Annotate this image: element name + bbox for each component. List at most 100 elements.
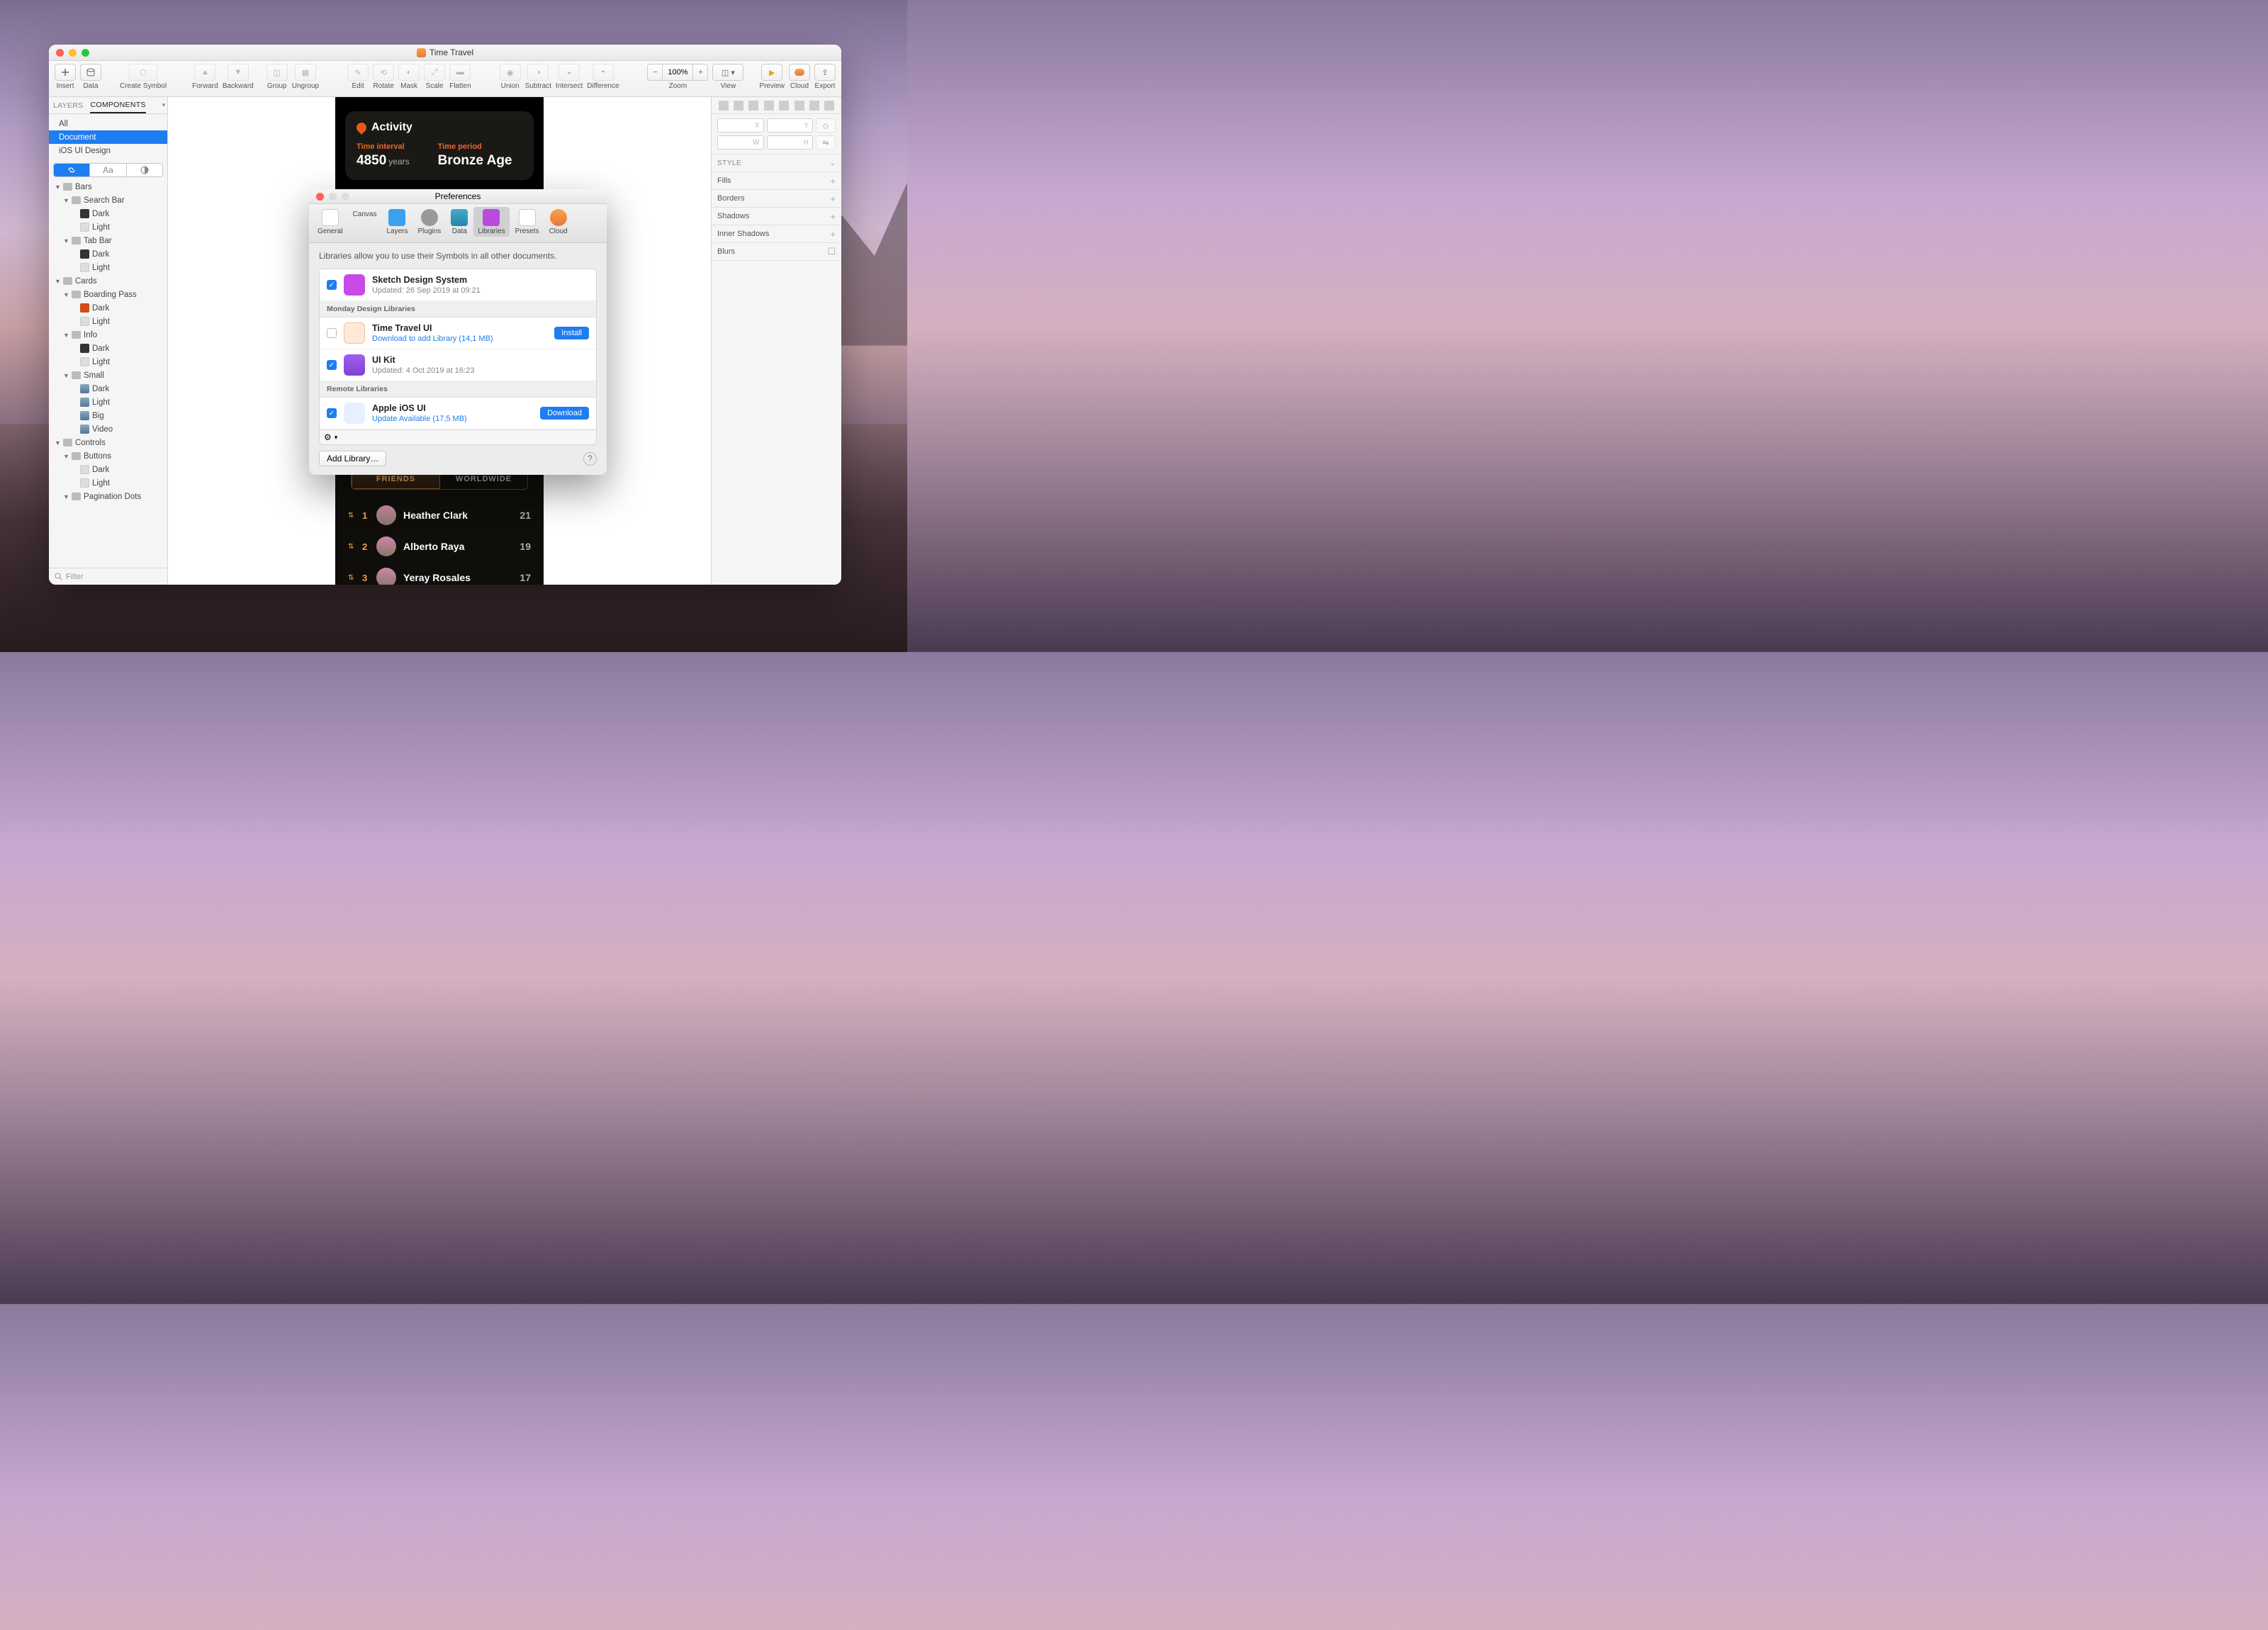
chevron-down-icon[interactable]: ▾ <box>335 434 338 442</box>
pref-tab-presets[interactable]: Presets <box>511 207 544 237</box>
pref-tab-plugins[interactable]: Plugins <box>414 207 446 237</box>
forward-button[interactable]: ▲ <box>194 64 215 81</box>
tree-row[interactable]: Dark <box>49 207 167 220</box>
library-checkbox[interactable]: ✓ <box>327 408 337 418</box>
pref-tab-data[interactable]: Data <box>447 207 472 237</box>
flip-icon[interactable]: ⇋ <box>816 135 836 150</box>
edit-button[interactable]: ✎ <box>347 64 369 81</box>
tree-row[interactable]: ▼Bars <box>49 180 167 193</box>
seg-styles[interactable] <box>127 164 162 176</box>
pref-tab-cloud[interactable]: Cloud <box>545 207 572 237</box>
subtract-button[interactable]: ◑ <box>527 64 549 81</box>
tree-row[interactable]: Light <box>49 315 167 328</box>
y-field[interactable]: Y <box>767 118 814 133</box>
library-row[interactable]: ✓UI KitUpdated: 4 Oct 2019 at 16:23 <box>320 349 596 381</box>
zoom-value[interactable]: 100% <box>663 64 692 81</box>
flatten-button[interactable]: ▬ <box>449 64 471 81</box>
tree-row[interactable]: ▼Pagination Dots <box>49 490 167 503</box>
tree-row[interactable]: ▼Cards <box>49 274 167 288</box>
anchor-icon[interactable]: ◇ <box>816 118 836 133</box>
distribute-v-icon[interactable] <box>824 101 834 111</box>
data-button[interactable] <box>80 64 101 81</box>
library-action-button[interactable]: Download <box>540 407 589 420</box>
tree-row[interactable]: Dark <box>49 301 167 315</box>
tree-row[interactable]: Light <box>49 261 167 274</box>
tree-row[interactable]: ▼Buttons <box>49 449 167 463</box>
scale-button[interactable]: ⤢ <box>424 64 445 81</box>
union-button[interactable]: ◉ <box>500 64 521 81</box>
align-center-icon[interactable] <box>734 101 743 111</box>
zoom-in-button[interactable]: + <box>692 64 708 81</box>
inspector-section[interactable]: Fills+ <box>712 172 841 190</box>
tree-row[interactable]: Dark <box>49 382 167 395</box>
align-left-icon[interactable] <box>719 101 729 111</box>
library-row[interactable]: ✓Apple iOS UIUpdate Available (17,5 MB)D… <box>320 398 596 429</box>
tree-row[interactable]: Light <box>49 220 167 234</box>
libraries-gear-icon[interactable]: ⚙︎ <box>324 432 332 442</box>
create-symbol-button[interactable] <box>129 64 157 81</box>
tree-row[interactable]: ▼Boarding Pass <box>49 288 167 301</box>
chevron-down-icon[interactable]: ▾ <box>162 101 166 109</box>
pref-tab-canvas[interactable]: Canvas <box>349 207 381 220</box>
scope-ios[interactable]: iOS UI Design <box>49 144 167 157</box>
inspector-section[interactable]: Shadows+ <box>712 208 841 225</box>
preview-button[interactable]: ▶ <box>761 64 782 81</box>
align-top-icon[interactable] <box>764 101 774 111</box>
pref-tab-general[interactable]: General <box>313 207 347 237</box>
x-field[interactable]: X <box>717 118 764 133</box>
difference-button[interactable]: ◓ <box>593 64 614 81</box>
tree-row[interactable]: Dark <box>49 247 167 261</box>
tree-row[interactable]: Dark <box>49 463 167 476</box>
tab-components[interactable]: COMPONENTS <box>90 101 145 113</box>
ungroup-button[interactable]: ▦ <box>295 64 316 81</box>
scope-all[interactable]: All <box>49 117 167 130</box>
scope-document[interactable]: Document <box>49 130 167 144</box>
tree-row[interactable]: ▼Tab Bar <box>49 234 167 247</box>
inspector-section[interactable]: Inner Shadows+ <box>712 225 841 243</box>
tree-row[interactable]: Light <box>49 476 167 490</box>
tree-row[interactable]: Light <box>49 355 167 369</box>
tree-row[interactable]: ▼Controls <box>49 436 167 449</box>
zoom-out-button[interactable]: − <box>647 64 663 81</box>
library-row[interactable]: ✓Sketch Design SystemUpdated: 26 Sep 201… <box>320 269 596 301</box>
align-right-icon[interactable] <box>748 101 758 111</box>
style-header[interactable]: STYLE⌄ <box>712 154 841 172</box>
intersect-button[interactable]: ◒ <box>558 64 580 81</box>
rotate-button[interactable]: ⟲ <box>373 64 394 81</box>
tab-layers[interactable]: LAYERS <box>53 101 83 110</box>
align-bottom-icon[interactable] <box>795 101 804 111</box>
h-field[interactable]: H <box>767 135 814 150</box>
tree-row[interactable]: ▼Small <box>49 369 167 382</box>
library-checkbox[interactable] <box>327 328 337 338</box>
library-checkbox[interactable]: ✓ <box>327 360 337 370</box>
library-action-button[interactable]: Install <box>554 327 589 339</box>
seg-text[interactable]: Aa <box>90 164 126 176</box>
tree-row[interactable]: ▼Info <box>49 328 167 342</box>
tree-row[interactable]: Dark <box>49 342 167 355</box>
library-row[interactable]: Time Travel UIDownload to add Library (1… <box>320 317 596 349</box>
cloud-button[interactable] <box>789 64 810 81</box>
inspector-section[interactable]: Borders+ <box>712 190 841 208</box>
view-button[interactable]: ◫ ▾ <box>712 64 743 81</box>
tree-row[interactable]: Video <box>49 422 167 436</box>
inspector-section[interactable]: Blurs☐ <box>712 243 841 261</box>
align-middle-icon[interactable] <box>779 101 789 111</box>
filter-input[interactable]: Filter <box>49 568 167 585</box>
w-field[interactable]: W <box>717 135 764 150</box>
group-button[interactable]: ◫ <box>266 64 288 81</box>
insert-button[interactable] <box>55 64 76 81</box>
seg-symbols[interactable] <box>54 164 90 176</box>
tree-row[interactable]: ▼Search Bar <box>49 193 167 207</box>
help-button[interactable]: ? <box>583 452 597 466</box>
distribute-h-icon[interactable] <box>809 101 819 111</box>
pref-close-button[interactable] <box>316 193 324 201</box>
library-checkbox[interactable]: ✓ <box>327 280 337 290</box>
pref-tab-libraries[interactable]: Libraries <box>473 207 509 237</box>
backward-button[interactable]: ▼ <box>228 64 249 81</box>
mask-button[interactable]: ◐ <box>398 64 420 81</box>
add-library-button[interactable]: Add Library… <box>319 451 386 466</box>
tree-row[interactable]: Light <box>49 395 167 409</box>
export-button[interactable]: ⇪ <box>814 64 836 81</box>
tree-row[interactable]: Big <box>49 409 167 422</box>
pref-tab-layers[interactable]: Layers <box>382 207 412 237</box>
